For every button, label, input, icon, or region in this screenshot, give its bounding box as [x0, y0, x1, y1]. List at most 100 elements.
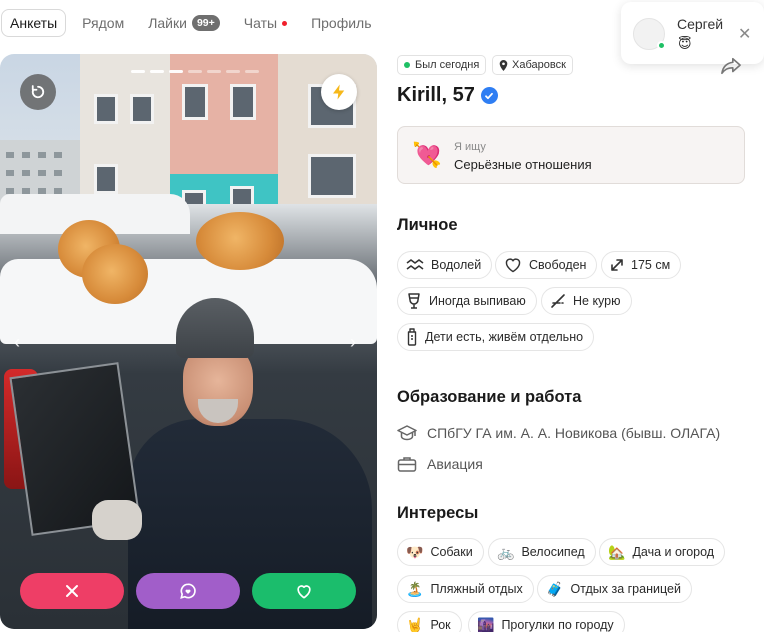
chip-label: Не курю [573, 294, 621, 308]
chip-label: Прогулки по городу [501, 618, 614, 632]
chip-drinking: Иногда выпиваю [397, 287, 537, 315]
close-icon[interactable]: ✕ [738, 24, 751, 44]
city-icon: 🌆 [477, 616, 495, 632]
nav-tab-label: Чаты [243, 15, 278, 31]
graduation-cap-icon [397, 425, 417, 441]
height-arrows-icon [611, 259, 623, 271]
nav-tab-ryadom[interactable]: Рядом [74, 9, 132, 37]
likes-count-badge: 99+ [191, 15, 220, 31]
luggage-icon: 🧳 [546, 580, 564, 597]
photo-background-building [170, 54, 280, 174]
section-title-interests: Интересы [397, 504, 479, 522]
unread-dot [282, 20, 288, 26]
photo-progress-segment [150, 70, 164, 73]
chip-relationship-status: Свободен [495, 251, 598, 279]
house-icon: 🏡 [608, 543, 626, 560]
chip-label: Пляжный отдых [430, 582, 523, 596]
share-icon[interactable] [720, 56, 742, 76]
interest-chip: 🏡 Дача и огород [599, 538, 726, 566]
chip-label: Водолей [431, 258, 482, 272]
last-seen-text: Был сегодня [415, 59, 480, 71]
message-button[interactable] [136, 573, 240, 609]
work-row: Авиация [397, 456, 483, 472]
photo-progress-segment [207, 70, 221, 73]
interest-chip: 🐶 Собаки [397, 538, 484, 566]
chip-smoking: Не курю [541, 287, 632, 315]
chip-height: 175 см [601, 251, 682, 279]
section-title-personal: Личное [397, 216, 458, 234]
chip-label: 175 см [631, 258, 671, 272]
aquarius-icon [406, 259, 424, 270]
heart-icon [297, 585, 311, 599]
boost-button[interactable] [321, 74, 357, 110]
undo-icon [31, 85, 45, 99]
photo-glove [92, 500, 142, 540]
chip-label: Отдых за границей [570, 582, 681, 596]
nav-tab-label: Лайки [148, 15, 187, 31]
chip-label: Собаки [430, 545, 473, 559]
city-badge: Хабаровск [492, 55, 573, 75]
chip-label: Иногда выпиваю [429, 294, 526, 308]
rewind-button[interactable] [20, 74, 56, 110]
photo-progress-segment [245, 70, 259, 73]
rock-hand-icon: 🤘 [406, 616, 424, 632]
next-photo-arrow[interactable]: › [350, 332, 356, 353]
city-text: Хабаровск [512, 59, 566, 71]
university-text: СПбГУ ГА им. А. А. Новикова (бывш. ОЛАГА… [427, 425, 721, 441]
photo-progress-segment [131, 70, 145, 73]
toast-sender-name: Сергей [677, 16, 724, 32]
online-dot [404, 62, 410, 68]
dog-icon: 🐶 [406, 543, 424, 560]
interest-chip: 🧳 Отдых за границей [537, 575, 692, 603]
nav-tab-profile[interactable]: Профиль [303, 9, 379, 37]
photo-dog [82, 244, 148, 304]
chat-heart-icon [180, 583, 196, 599]
island-icon: 🏝️ [406, 580, 424, 597]
lightning-icon [333, 84, 345, 100]
hearts-icon: 💘 [412, 142, 442, 169]
interest-chip: 🏝️ Пляжный отдых [397, 575, 534, 603]
verified-icon [480, 87, 498, 104]
looking-for-label: Я ищу [454, 141, 486, 153]
top-nav: Анкеты Рядом Лайки 99+ Чаты Профиль [0, 8, 388, 38]
education-row: СПбГУ ГА им. А. А. Новикова (бывш. ОЛАГА… [397, 425, 720, 441]
nav-tab-ankety[interactable]: Анкеты [1, 9, 67, 37]
chip-label: Велосипед [521, 545, 585, 559]
work-text: Авиация [427, 456, 483, 472]
interest-chip: 🚲 Велосипед [488, 538, 596, 566]
skip-button[interactable] [20, 573, 124, 609]
profile-photo[interactable]: ‹ › [0, 54, 377, 629]
prev-photo-arrow[interactable]: ‹ [14, 332, 20, 353]
chip-label: Рок [430, 618, 451, 632]
nav-tab-label: Профиль [311, 15, 372, 31]
notification-toast[interactable]: Сергей 😇 ✕ [621, 2, 764, 64]
photo-progress-segment [188, 70, 202, 73]
heart-outline-icon [505, 258, 521, 273]
toast-emoji: 😇 [678, 36, 692, 51]
interest-chip: 🤘 Рок [397, 611, 462, 632]
briefcase-icon [397, 457, 417, 472]
online-indicator [657, 41, 666, 50]
section-title-education: Образование и работа [397, 388, 582, 406]
location-pin-icon [499, 59, 508, 71]
nav-tab-likes[interactable]: Лайки 99+ [140, 9, 228, 37]
photo-progress-segment [226, 70, 240, 73]
chip-label: Свободен [529, 258, 587, 272]
chip-zodiac: Водолей [397, 251, 493, 279]
nav-tab-chats[interactable]: Чаты [236, 9, 295, 37]
wine-glass-icon [408, 293, 420, 309]
looking-for-card: 💘 Я ищу Серьёзные отношения [397, 126, 745, 184]
last-seen-badge: Был сегодня [397, 55, 487, 75]
photo-progress-segment [169, 70, 183, 73]
name-age-text: Kirill, 57 [397, 84, 475, 106]
no-smoking-icon [551, 294, 565, 308]
close-icon [66, 585, 78, 597]
photo-dog [196, 212, 284, 270]
baby-bottle-icon [407, 328, 417, 346]
chip-label: Дети есть, живём отдельно [425, 330, 584, 344]
bicycle-icon: 🚲 [497, 543, 515, 560]
nav-tab-label: Анкеты [10, 15, 58, 31]
nav-tab-label: Рядом [82, 15, 125, 31]
like-button[interactable] [252, 573, 356, 609]
chip-children: Дети есть, живём отдельно [397, 323, 595, 351]
